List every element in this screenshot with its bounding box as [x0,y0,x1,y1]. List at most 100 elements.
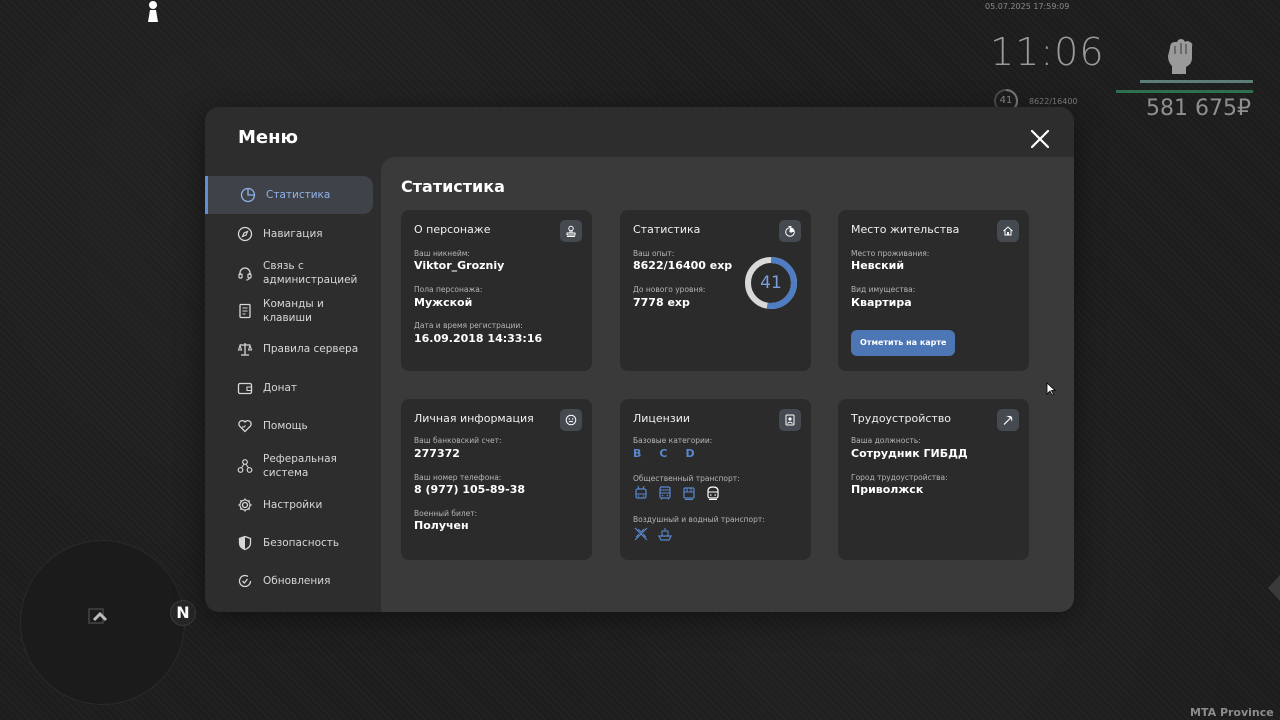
sidebar-item-label: Правила сервера [263,343,359,355]
sidebar-item-help[interactable]: Помощь [205,407,373,445]
wallet-icon [237,382,253,395]
hud-money: 581 675₽ [1146,96,1251,121]
card-title: О персонаже [414,223,491,236]
armor-bar [1116,90,1253,93]
city-value: Приволжск [851,483,924,496]
health-bar [1140,80,1253,83]
license-category: B [633,447,642,460]
bank-label: Ваш банковский счет: [414,436,502,445]
face-id-icon [560,409,582,431]
gender-value: Мужской [414,296,473,309]
sidebar-item-label: Помощь [263,420,308,432]
next-level-label: До нового уровня: [633,285,706,294]
city-label: Город трудоустройства: [851,473,948,482]
headset-icon [238,267,252,281]
card-title: Трудоустройство [851,412,952,425]
base-categories: B C D [633,447,705,460]
hud-clock: 11:06 [990,30,1105,74]
sidebar-item-commands[interactable]: Команды и клавиши [205,292,373,330]
sidebar-item-updates[interactable]: Обновления [205,562,373,600]
sidebar-item-admin-contact[interactable]: Связь с администрацией [205,254,373,292]
close-icon[interactable] [1030,129,1050,149]
sidebar-item-label: Реферальная система [263,453,337,479]
sidebar-item-donate[interactable]: Донат [205,369,373,407]
employment-card: Трудоустройство Ваша должность: Сотрудни… [838,399,1029,560]
sidebar-item-label: Донат [263,382,298,394]
property-type-label: Вид имущества: [851,285,916,294]
card-title: Лицензии [633,412,691,425]
registration-value: 16.09.2018 14:33:16 [414,332,543,345]
phone-value: 8 (977) 105-89-38 [414,483,526,496]
server-label: MTA Province #3 [1190,706,1274,720]
military-label: Военный билет: [414,509,478,518]
level-ring: 41 [743,255,799,311]
character-card: О персонаже Ваш никнейм: Viktor_Grozniy … [401,210,592,371]
gear-icon [238,498,252,512]
place-label: Место проживания: [851,249,930,258]
stamp-icon [560,220,582,242]
boat-icon [658,528,672,541]
sidebar-item-settings[interactable]: Настройки [205,486,373,524]
menu-title: Меню [238,127,299,148]
page-title: Статистика [401,177,505,196]
sidebar-item-navigation[interactable]: Навигация [205,215,373,253]
property-type-value: Квартира [851,296,912,309]
sidebar-item-label: Команды и клавиши [263,298,324,324]
airplane-icon [634,527,648,541]
scales-icon [237,343,253,356]
personal-info-card: Личная информация Ваш банковский счет: 2… [401,399,592,560]
mark-on-map-button[interactable]: Отметить на карте [851,330,956,356]
residence-card: Место жительства Место проживания: Невск… [838,210,1029,371]
position-label: Ваша должность: [851,436,921,445]
phone-label: Ваш номер телефона: [414,473,502,482]
public-transport-icons [633,485,721,501]
bank-value: 277372 [414,447,460,460]
license-category: D [685,447,695,460]
fist-icon [1160,34,1200,76]
exp-value: 8622/16400 exp [633,259,733,272]
stopwatch-icon [779,220,801,242]
hud-datetime: 05.07.2025 17:59:09 [985,2,1070,11]
chevron-left-icon[interactable] [1266,575,1280,601]
exp-label: Ваш опыт: [633,249,675,258]
trolleybus-icon [635,485,647,499]
card-title: Личная информация [414,412,534,425]
sidebar-item-security[interactable]: Безопасность [205,524,373,562]
menu-window: Меню Статистика Навигация Связь с админи… [205,107,1074,612]
hud-exp: 8622/16400 [1029,97,1078,106]
pickaxe-icon [997,409,1019,431]
heart-hand-icon [238,419,252,433]
north-indicator: N [170,600,196,626]
position-value: Сотрудник ГИБДД [851,447,968,460]
sidebar-item-referral[interactable]: Реферальная система [205,447,373,485]
next-level-value: 7778 exp [633,296,690,309]
sidebar-item-statistics[interactable]: Статистика [205,176,373,214]
level-value: 41 [760,273,782,293]
sidebar-item-label: Статистика [266,189,331,201]
player-marker-icon [86,606,114,630]
card-title: Место жительства [851,223,960,236]
sidebar-item-label: Навигация [263,228,323,240]
home-icon [997,220,1019,242]
shield-icon [238,535,252,551]
compass-icon [237,226,253,242]
sidebar-item-rules[interactable]: Правила сервера [205,330,373,368]
sidebar-item-label: Безопасность [263,537,340,549]
base-categories-label: Базовые категории: [633,436,713,445]
sidebar-item-label: Обновления [263,575,331,587]
nickname-label: Ваш никнейм: [414,249,470,258]
mouse-cursor-icon [1046,382,1056,396]
share-nodes-icon [237,459,253,473]
air-water-transport-icons [633,526,673,542]
sidebar-item-label: Связь с администрацией [263,260,358,286]
id-badge-icon [779,409,801,431]
gender-label: Пола персонажа: [414,285,483,294]
air-water-transport-label: Воздушный и водный транспорт: [633,515,765,524]
license-category: C [659,447,668,460]
pie-chart-icon [240,187,256,203]
card-title: Статистика [633,223,701,236]
public-transport-label: Общественный транспорт: [633,474,740,483]
content-panel: Статистика О персонаже Ваш никнейм: Vikt… [381,157,1074,612]
player-figure-icon [142,0,164,22]
metro-icon [707,486,719,501]
